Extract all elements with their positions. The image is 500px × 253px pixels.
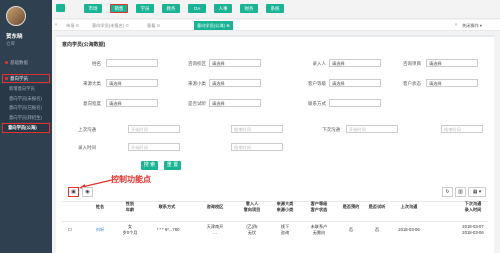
menu-toggle-icon[interactable]: [56, 4, 65, 12]
label-source-minor: 来源小类: [188, 81, 206, 86]
label-last-contact: 上次沟通: [78, 127, 96, 132]
tab-intent[interactable]: 意看 ⊙: [147, 21, 160, 30]
avatar[interactable]: [6, 6, 26, 26]
refresh-button[interactable]: ↻: [442, 187, 453, 197]
row-gender-age: 女 岁0个月: [122, 224, 138, 235]
sidebar-item-transfer[interactable]: 意向学员(转招生): [0, 112, 52, 122]
user-role[interactable]: 仓库: [6, 41, 46, 47]
customer-level-select[interactable]: 请选择: [329, 79, 381, 87]
panel-title: 意向学员(公海数据): [62, 42, 106, 48]
th-trial: 是否试听: [368, 204, 386, 209]
nav-system[interactable]: 系统: [266, 4, 284, 13]
row-checkbox[interactable]: ☐: [64, 227, 76, 233]
label-project: 咨询项目: [403, 61, 421, 66]
row-next-entry: 2018-03-07 2018-03-06: [462, 224, 484, 235]
nav-academic[interactable]: 教务: [162, 4, 180, 13]
row-appointment: 否: [348, 227, 354, 232]
th-appointment: 是否预约: [342, 204, 360, 209]
row-customer: 未联系户 无需向: [310, 224, 328, 235]
name-input[interactable]: [106, 59, 158, 67]
sidebar-item-new-intent[interactable]: 新增意向学员: [0, 84, 52, 94]
row-source: 线下 咨询: [280, 224, 290, 235]
entry-person-select[interactable]: 请选择: [329, 59, 381, 67]
source-minor-select[interactable]: 请选择: [209, 79, 261, 87]
trial-select[interactable]: 请选择: [209, 99, 261, 107]
tab-scroll-right-icon[interactable]: »: [452, 21, 460, 30]
sidebar-item-basic-data[interactable]: 基础数据: [0, 58, 52, 68]
th-last-contact: 上次沟通: [400, 204, 418, 209]
label-intent-level: 意向程度: [83, 101, 101, 106]
profile: 贺东晓 仓库: [0, 0, 52, 50]
close-actions-dropdown[interactable]: 关闭操作 ▾: [462, 21, 482, 30]
th-name: 姓名: [95, 204, 105, 209]
th-campus: 咨询校区: [206, 204, 224, 209]
tab-bar: « 市场 ⊙ 意向学员(未报名) ⊙ 意看 ⊙ 意向学员(公海) ⊗ » 关闭操…: [52, 20, 500, 31]
nav-market[interactable]: 市场: [84, 4, 102, 13]
sidebar-item-public-pool[interactable]: 意向学员(公海): [2, 123, 50, 133]
th-source: 来源大类 来源小类: [276, 201, 294, 212]
row-entry-project: (乙)陈 无忧: [246, 224, 258, 235]
customer-status-select[interactable]: 请选择: [426, 79, 478, 87]
last-contact-end-input[interactable]: 结束时间: [231, 125, 283, 133]
label-campus: 咨询校区: [188, 61, 206, 66]
tab-market[interactable]: 市场 ⊙: [66, 21, 79, 30]
nav-students[interactable]: 学员: [136, 4, 154, 13]
nav-oa[interactable]: OA: [188, 4, 206, 13]
reset-button[interactable]: 重 置: [164, 161, 181, 170]
source-major-select[interactable]: 请选择: [106, 79, 158, 87]
th-next-entry: 下次沟通 录入时间: [464, 201, 482, 212]
user-name: 贺东晓: [6, 34, 23, 40]
nav-finance[interactable]: 财务: [240, 4, 258, 13]
next-contact-start-input[interactable]: 开始时间: [346, 125, 398, 133]
menu-icon: [5, 77, 8, 81]
tab-unregistered[interactable]: 意向学员(未报名) ⊙: [92, 21, 129, 30]
intent-level-select[interactable]: 请选择: [106, 99, 158, 107]
row-name-link[interactable]: 刘轩: [90, 227, 110, 233]
search-button[interactable]: 搜 索: [141, 161, 158, 170]
th-contact: 联系方式: [158, 204, 176, 209]
sidebar-group-intent-students[interactable]: 意向学员: [2, 74, 50, 83]
row-last-contact: 2018-03-06: [398, 227, 420, 232]
label-entry-time: 录入时间: [78, 145, 96, 150]
label-contact: 联系方式: [308, 101, 326, 106]
last-contact-start-input[interactable]: 开始时间: [128, 125, 180, 133]
label-customer-status: 客户状态: [403, 81, 421, 86]
sidebar: 贺东晓 仓库 基础数据 意向学员 新增意向学员 意向学员(未报名) 意向学员(已…: [0, 0, 52, 253]
label-next-contact: 下次沟通: [322, 127, 340, 132]
label-name: 姓名: [92, 61, 101, 66]
label-trial: 是否试听: [188, 101, 206, 106]
sidebar-item-registered[interactable]: 意向学员(已报名): [0, 103, 52, 113]
tab-public-pool[interactable]: 意向学员(公海) ⊗: [194, 21, 233, 30]
th-entry-project: 意入人 意向项目: [243, 201, 261, 212]
label-source-major: 来源大类: [83, 81, 101, 86]
th-gender-age: 性别 年龄: [125, 201, 135, 212]
entry-time-start-input[interactable]: 开始时间: [128, 143, 180, 151]
row-trial: 否: [374, 227, 380, 232]
campus-select[interactable]: 请选择: [209, 59, 261, 67]
next-contact-end-input[interactable]: 结束时间: [441, 125, 483, 133]
export-dropdown-button[interactable]: ▦ ▾: [468, 187, 486, 197]
batch-action-button[interactable]: ▣: [68, 187, 79, 197]
row-campus: 天津南开 ...: [206, 224, 224, 235]
view-toggle-button[interactable]: ◉: [82, 187, 93, 197]
project-select[interactable]: 请选择: [426, 59, 478, 67]
th-customer: 客户等级 客户状态: [310, 201, 328, 212]
columns-button[interactable]: ▥: [455, 187, 466, 197]
nav-hr[interactable]: 人事: [214, 4, 232, 13]
entry-time-end-input[interactable]: 结束时间: [231, 143, 283, 151]
contact-input[interactable]: [329, 99, 381, 107]
nav-sales[interactable]: 销售: [110, 4, 128, 13]
main-panel: 意向学员(公海数据) 姓名 咨询校区 请选择 录入人 请选择 咨询项目 请选择 …: [56, 35, 494, 253]
table-header-border: [62, 221, 488, 222]
sidebar-item-unregistered[interactable]: 意向学员(未报名): [0, 93, 52, 103]
label-entry-person: 录入人: [312, 61, 327, 66]
menu-icon: [5, 61, 8, 65]
student-name-link[interactable]: 刘轩: [96, 227, 104, 232]
label-customer-level: 客户等级: [308, 81, 326, 86]
top-navbar: 市场 销售 学员 教务 OA 人事 财务 系统: [52, 0, 500, 19]
tab-scroll-left-icon[interactable]: «: [52, 21, 60, 30]
row-contact: * * * 6*...760: [156, 227, 180, 232]
annotation-label: 控制功能点: [111, 175, 151, 184]
